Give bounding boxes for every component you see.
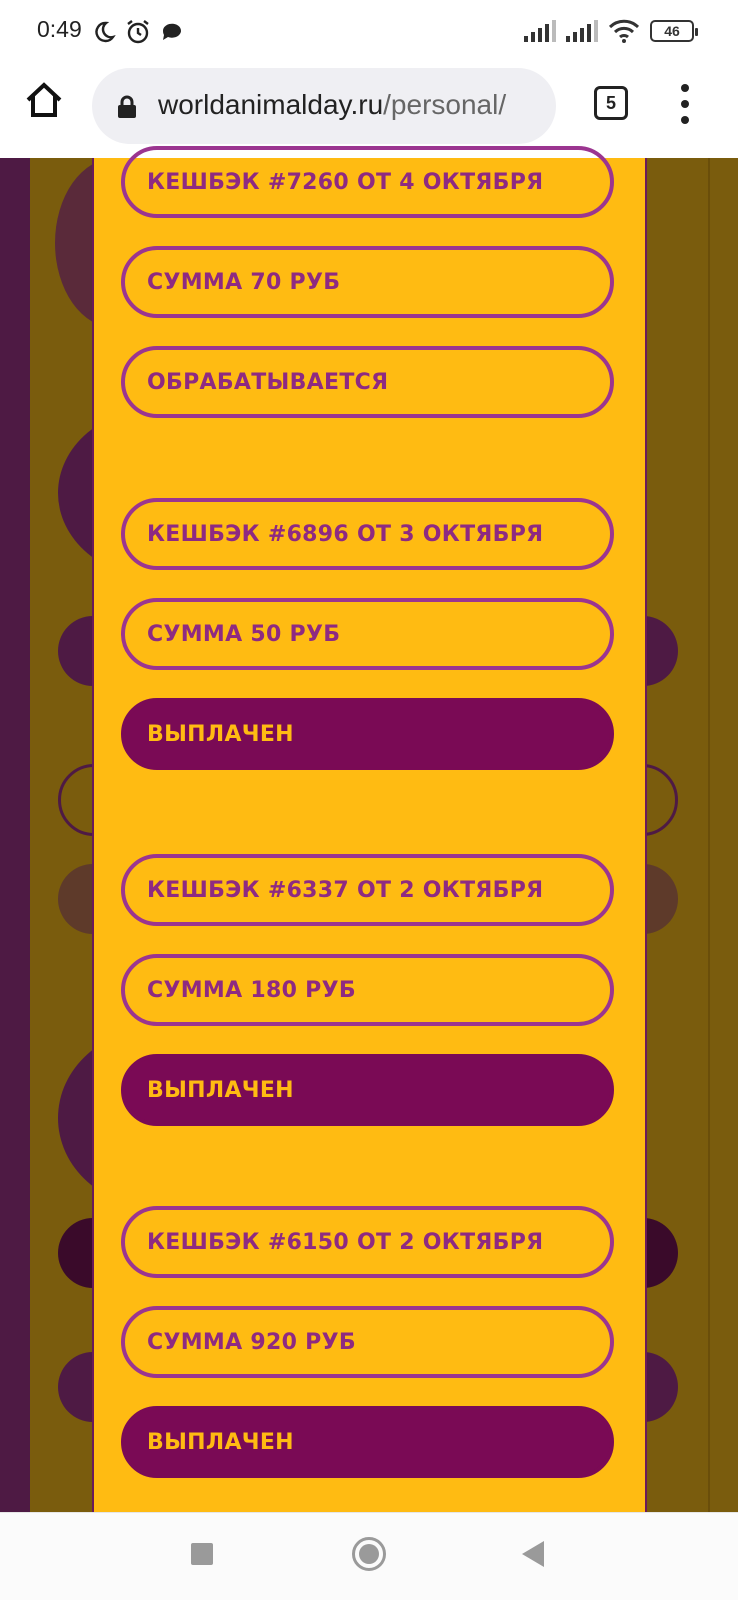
more-menu-icon[interactable] <box>672 84 698 124</box>
tab-switcher-button[interactable]: 5 <box>594 86 628 120</box>
system-navigation-bar <box>0 1512 738 1600</box>
url-domain: worldanimalday.ru <box>158 89 384 120</box>
cashback-amount: СУММА 70 РУБ <box>121 246 614 318</box>
cashback-status-paid: ВЫПЛАЧЕН <box>121 1054 614 1126</box>
moon-icon <box>95 21 116 43</box>
cashback-status-paid: ВЫПЛАЧЕН <box>121 1406 614 1478</box>
battery-level: 46 <box>664 23 680 39</box>
cashback-title: КЕШБЭК #6337 ОТ 2 ОКТЯБРЯ <box>121 854 614 926</box>
cashback-amount: СУММА 920 РУБ <box>121 1306 614 1378</box>
status-icons-left <box>92 18 184 46</box>
url-text: worldanimalday.ru/personal/ <box>158 89 506 121</box>
wifi-icon <box>608 19 640 43</box>
cashback-list-modal[interactable]: КЕШБЭК #7260 ОТ 4 ОКТЯБРЯ СУММА 70 РУБ О… <box>92 146 647 1512</box>
status-icons-right: 46 <box>524 19 698 43</box>
status-time: 0:49 <box>37 16 82 42</box>
tab-count: 5 <box>605 92 616 113</box>
cashback-amount: СУММА 180 РУБ <box>121 954 614 1026</box>
cashback-title: КЕШБЭК #7260 ОТ 4 ОКТЯБРЯ <box>121 146 614 218</box>
browser-toolbar: worldanimalday.ru/personal/ 5 <box>0 62 738 158</box>
cashback-title: КЕШБЭК #6896 ОТ 3 ОКТЯБРЯ <box>121 498 614 570</box>
home-icon[interactable] <box>24 80 64 120</box>
cashback-status-processing: ОБРАБАТЫВАЕТСЯ <box>121 346 614 418</box>
signal-icon <box>524 20 556 42</box>
cashback-title: КЕШБЭК #6150 ОТ 2 ОКТЯБРЯ <box>121 1206 614 1278</box>
cashback-status-paid: ВЫПЛАЧЕН <box>121 698 614 770</box>
status-bar: 0:49 46 <box>0 0 738 62</box>
url-path: /personal/ <box>383 89 507 120</box>
page-right-edge <box>708 158 738 1512</box>
signal-icon <box>566 20 598 42</box>
battery-icon: 46 <box>650 20 698 42</box>
alarm-icon <box>127 20 149 44</box>
page-left-edge <box>0 158 30 1512</box>
chat-icon <box>162 23 181 40</box>
address-bar[interactable]: worldanimalday.ru/personal/ <box>92 68 556 144</box>
cashback-amount: СУММА 50 РУБ <box>121 598 614 670</box>
lock-icon <box>118 95 136 118</box>
recents-icon[interactable] <box>191 1543 213 1565</box>
back-icon[interactable] <box>522 1541 544 1567</box>
home-nav-icon[interactable] <box>352 1537 386 1571</box>
